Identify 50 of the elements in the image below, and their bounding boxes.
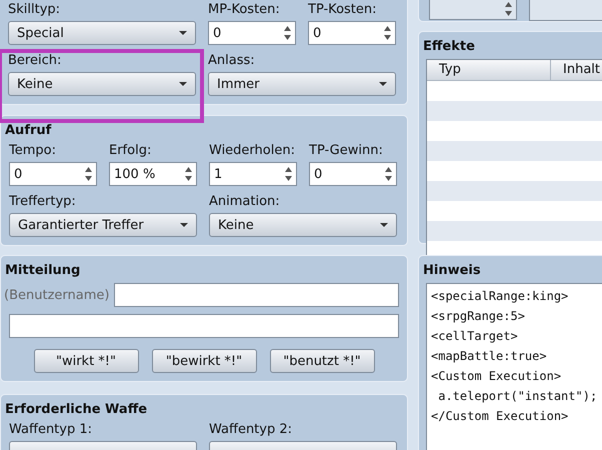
message-button[interactable]: "wirkt *!" [34, 349, 138, 373]
caret-icon [179, 31, 187, 35]
spin-arrows-icon[interactable] [384, 26, 391, 40]
dropdown[interactable]: Keine [209, 213, 397, 237]
field-label: Skilltyp: [8, 2, 62, 18]
section-title: Hinweis [423, 262, 482, 279]
field-label: Waffentyp 1: [9, 422, 94, 438]
field-label: Tempo: [9, 143, 57, 159]
number-field[interactable]: 100 % [109, 162, 197, 186]
number-field[interactable]: 1 [209, 162, 297, 186]
input-field[interactable] [9, 314, 399, 338]
caret-icon [180, 223, 188, 227]
number-field[interactable]: 0 [9, 162, 97, 186]
field-label: Treffertyp: [9, 194, 77, 210]
field-label: TP-Gewinn: [309, 143, 384, 159]
dropdown[interactable]: Keine [8, 72, 196, 96]
number-field[interactable]: 0 [308, 21, 396, 45]
spin-arrows-icon[interactable] [385, 167, 392, 181]
section-title: Mitteilung [5, 262, 82, 279]
field-label: Waffentyp 2: [209, 422, 294, 438]
section-title: Erforderliche Waffe [5, 401, 148, 418]
caret-icon [179, 82, 187, 86]
number-field[interactable]: 0 [309, 162, 397, 186]
spin-arrows-icon[interactable] [284, 26, 291, 40]
input-field[interactable] [114, 283, 399, 307]
number-field[interactable]: 0 [208, 21, 296, 45]
dropdown[interactable]: Immer [208, 72, 396, 96]
section-title: Aufruf [5, 122, 52, 139]
field-label: TP-Kosten: [308, 2, 378, 18]
user-name-label: (Benutzername) [4, 288, 110, 302]
column-header[interactable]: Typ [427, 60, 551, 80]
caret-icon [379, 82, 387, 86]
dropdown[interactable]: Special [8, 21, 196, 45]
field-label: Bereich: [8, 53, 62, 69]
field-label: Animation: [209, 194, 281, 210]
spin-arrows-icon[interactable] [285, 167, 292, 181]
dropdown[interactable]: Garantierter Treffer [9, 213, 197, 237]
message-button[interactable]: "bewirkt *!" [152, 349, 256, 373]
field-label: Wiederholen: [209, 143, 296, 159]
field-label: Anlass: [208, 53, 256, 69]
section-title: Effekte [423, 38, 476, 55]
field-label: MP-Kosten: [208, 2, 281, 18]
spin-arrows-icon[interactable] [85, 167, 92, 181]
note-text-area[interactable]: <specialRange:king> <srpgRange:5> <cellTarget> <mapBattle:true> <Custom Execution> a.teleport("instant"); </Custom Execution> [426, 283, 602, 450]
spin-arrows-icon[interactable] [185, 167, 192, 181]
input-field[interactable] [529, 0, 602, 21]
caret-icon [380, 223, 388, 227]
column-header[interactable]: Inhalt [551, 60, 600, 80]
field-label: Erfolg: [109, 143, 152, 159]
message-button[interactable]: "benutzt *!" [270, 349, 374, 373]
